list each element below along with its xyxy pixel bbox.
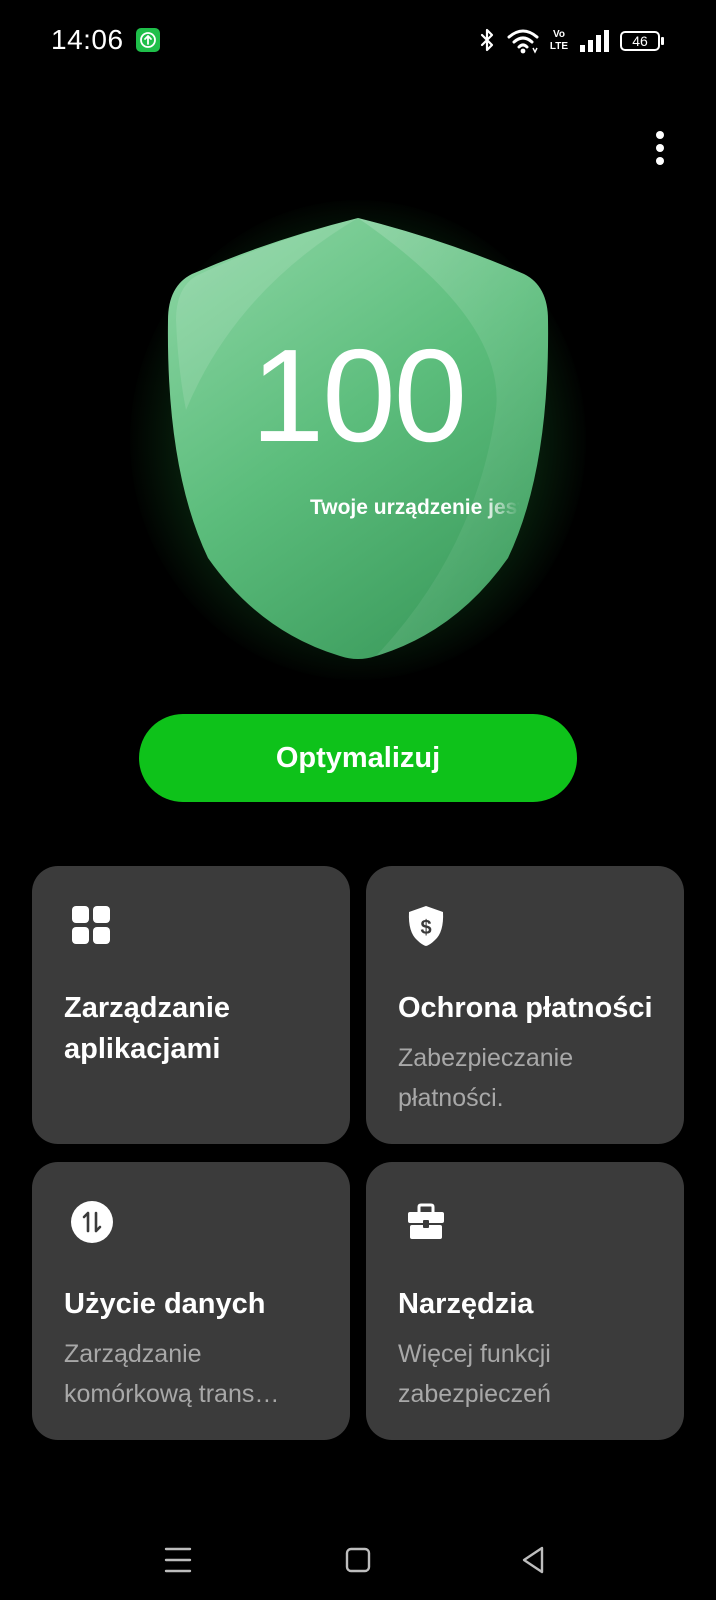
volte-label-top: Vo [552,29,566,40]
bluetooth-icon [476,26,498,56]
card-data-usage[interactable]: Użycie danych Zarządzanie komórkową tran… [32,1162,350,1440]
card-tools[interactable]: Narzędzia Więcej funkcji zabezpieczeń [366,1162,684,1440]
back-triangle-icon[interactable] [514,1540,554,1580]
battery-icon: 46 [620,26,666,56]
card-description: Więcej funkcji zabezpieczeń [398,1340,551,1408]
more-vertical-icon[interactable] [640,128,680,168]
navigation-bar [0,1520,716,1600]
wifi-icon [506,26,540,56]
volte-icon: Vo LTE [548,26,570,56]
svg-text:$: $ [420,917,431,939]
optimize-button[interactable]: Optymalizuj [139,714,577,802]
volte-label-bottom: LTE [549,41,569,52]
status-bar: 14:06 Vo LTE 46 [0,0,716,84]
card-title: Użycie danych [64,1288,266,1320]
card-app-management[interactable]: Zarządzanie aplikacjami [32,866,350,1144]
card-description: Zabezpieczanie płatności. [398,1044,574,1112]
security-score: 100 [250,322,467,469]
status-text-marquee: Twoje urządzenie jest bezpieczne [310,496,520,528]
status-time: 14:06 [51,24,124,55]
home-square-icon[interactable] [338,1540,378,1580]
data-transfer-icon [70,1200,114,1244]
card-payment-protection[interactable]: $ Ochrona płatności Zabezpieczanie płatn… [366,866,684,1144]
card-description: Zarządzanie komórkową trans… [64,1340,280,1408]
menu-lines-icon[interactable] [158,1540,198,1580]
upload-arrow-icon [136,28,160,52]
card-title: Zarządzanie aplikacjami [64,992,230,1065]
dollar-shield-icon: $ [404,904,448,948]
toolbox-icon [404,1200,448,1244]
card-title: Ochrona płatności [398,992,653,1024]
status-text: Twoje urządzenie jest bezpieczne [310,496,520,519]
grid-apps-icon [70,904,114,948]
signal-icon [578,26,612,56]
card-title: Narzędzia [398,1288,534,1320]
battery-level: 46 [632,33,648,49]
